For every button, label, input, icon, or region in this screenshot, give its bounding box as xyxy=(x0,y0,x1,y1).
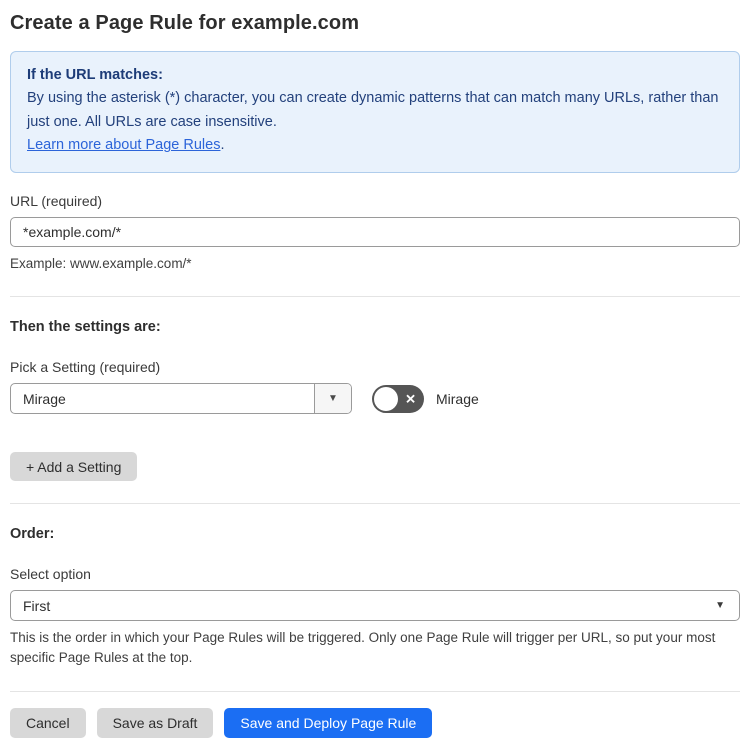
setting-row: Mirage ▼ ✕ Mirage xyxy=(10,383,740,415)
url-input[interactable] xyxy=(10,216,740,247)
order-helper-text: This is the order in which your Page Rul… xyxy=(10,630,716,666)
mirage-toggle-group: ✕ Mirage xyxy=(372,384,479,413)
setting-select[interactable]: Mirage ▼ xyxy=(10,383,352,415)
chevron-down-icon: ▼ xyxy=(328,393,338,405)
mirage-toggle-label: Mirage xyxy=(436,390,479,407)
toggle-knob xyxy=(374,386,398,411)
url-field-label: URL (required) xyxy=(10,192,103,209)
cancel-button[interactable]: Cancel xyxy=(10,707,86,738)
divider xyxy=(10,503,740,505)
order-section-heading: Order: xyxy=(10,526,55,543)
divider xyxy=(10,296,740,298)
url-field-helper: Example: www.example.com/* xyxy=(10,255,192,271)
toggle-off-x-icon: ✕ xyxy=(405,391,416,407)
info-box-link-line: Learn more about Page Rules. xyxy=(27,134,723,157)
chevron-down-icon: ▼ xyxy=(715,600,725,612)
page-title: Create a Page Rule for example.com xyxy=(10,12,360,34)
info-box-heading: If the URL matches: xyxy=(27,67,163,83)
mirage-toggle[interactable]: ✕ xyxy=(372,384,424,413)
learn-more-link[interactable]: Learn more about Page Rules xyxy=(27,137,220,153)
add-setting-button[interactable]: + Add a Setting xyxy=(10,452,138,482)
setting-select-value: Mirage xyxy=(23,390,66,407)
url-match-info-box: If the URL matches: By using the asteris… xyxy=(10,51,740,173)
settings-section-heading: Then the settings are: xyxy=(10,319,161,336)
setting-select-arrow-button[interactable]: ▼ xyxy=(314,384,351,414)
page-rule-form: Create a Page Rule for example.com If th… xyxy=(0,0,750,738)
pick-setting-label: Pick a Setting (required) xyxy=(10,359,161,376)
order-select-label: Select option xyxy=(10,566,91,583)
order-select-value: First xyxy=(23,597,51,614)
save-and-deploy-button[interactable]: Save and Deploy Page Rule xyxy=(224,707,433,738)
footer-actions: Cancel Save as Draft Save and Deploy Pag… xyxy=(10,707,740,738)
info-box-body: By using the asterisk (*) character, you… xyxy=(27,90,719,130)
order-select[interactable]: First ▼ xyxy=(10,590,740,622)
divider xyxy=(10,690,740,692)
save-as-draft-button[interactable]: Save as Draft xyxy=(96,707,214,738)
link-suffix: . xyxy=(220,137,225,154)
